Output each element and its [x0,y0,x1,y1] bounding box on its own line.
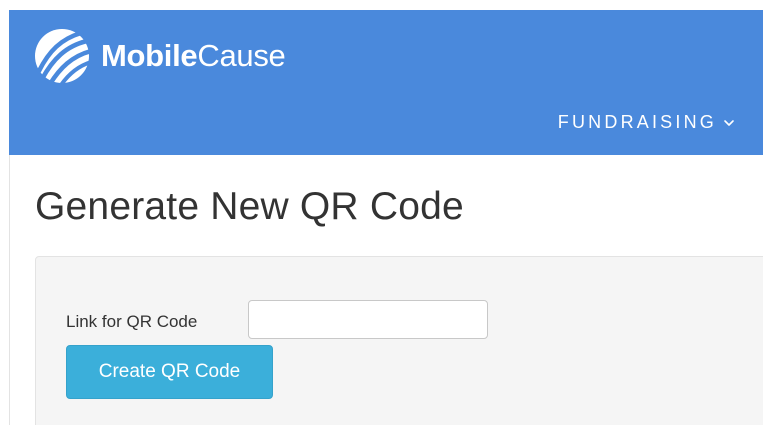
brand-logo[interactable]: MobileCause [33,26,286,86]
mobilecause-logo-icon [35,29,91,85]
nav-fundraising-label: FUNDRAISING [557,112,717,132]
link-field-label: Link for QR Code [66,312,198,331]
brand-name-bold: Mobile [101,38,198,73]
brand-name: MobileCause [101,38,286,74]
left-border [9,155,10,425]
page-title: Generate New QR Code [35,185,464,228]
nav-fundraising-dropdown[interactable]: FUNDRAISING [558,112,735,133]
create-qr-code-button[interactable]: Create QR Code [66,345,273,399]
link-input[interactable] [248,300,488,339]
page: MobileCause FUNDRAISING Generate New QR … [0,0,763,425]
brand-name-light: Cause [197,38,286,73]
site-header: MobileCause FUNDRAISING [9,10,763,155]
chevron-down-icon [724,119,734,126]
qr-form-panel: Link for QR Code Create QR Code [35,256,763,425]
